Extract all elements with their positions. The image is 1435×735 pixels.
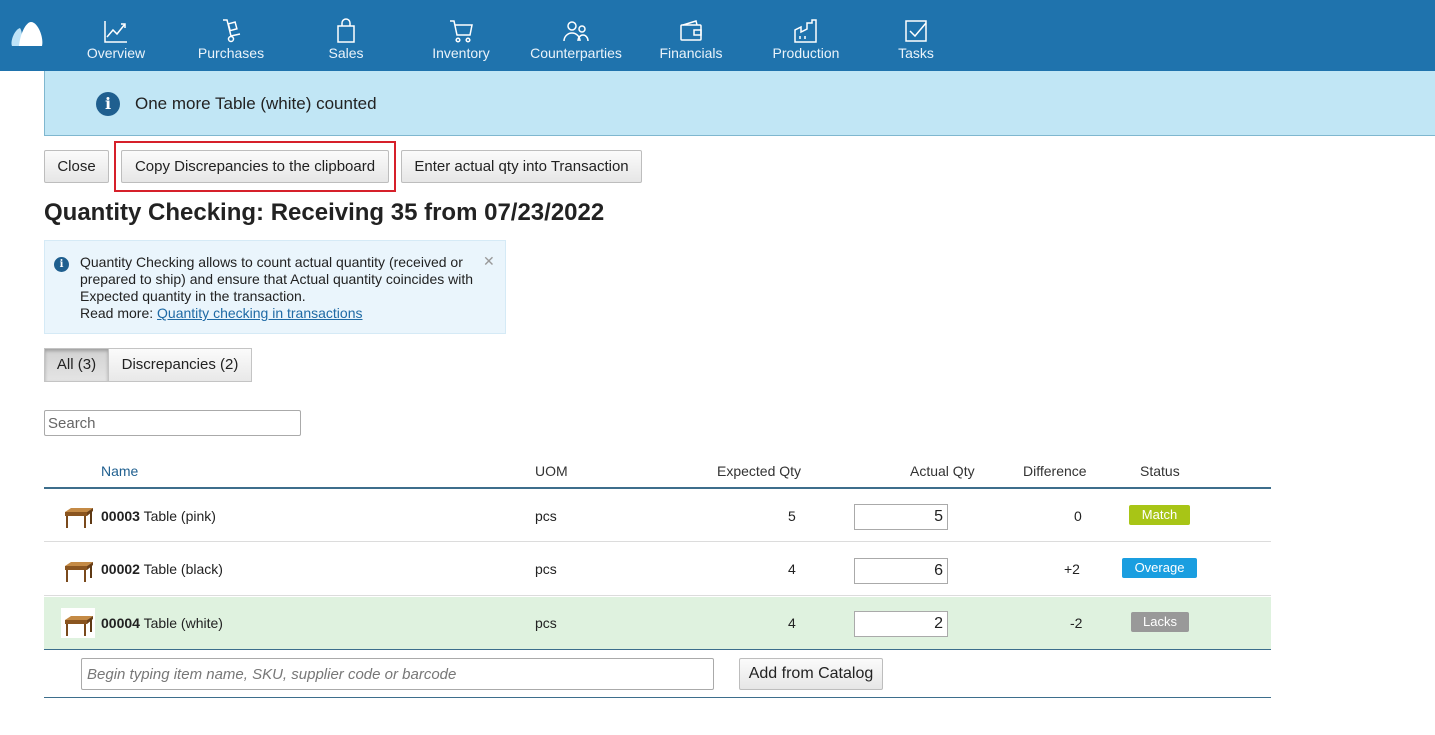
enter-actual-qty-button[interactable]: Enter actual qty into Transaction — [401, 150, 642, 183]
item-title: Table (black) — [143, 561, 223, 577]
item-name: 00004 Table (white) — [101, 615, 223, 631]
tab-discrepancies[interactable]: Discrepancies (2) — [108, 348, 252, 382]
close-button[interactable]: Close — [44, 150, 109, 183]
table-thumbnail-icon — [65, 562, 93, 582]
item-sku: 00002 — [101, 561, 140, 577]
nav-financials[interactable]: Financials — [636, 0, 746, 71]
factory-icon — [794, 19, 817, 43]
nav-purchases[interactable]: Purchases — [176, 0, 286, 71]
info-box: i Quantity Checking allows to count actu… — [44, 240, 506, 334]
nav-label: Counterparties — [530, 45, 622, 61]
chart-line-icon — [104, 21, 127, 43]
nav-overview[interactable]: Overview — [61, 0, 171, 71]
item-expected-qty: 4 — [788, 561, 796, 577]
nav-production[interactable]: Production — [751, 0, 861, 71]
info-icon: i — [54, 257, 69, 272]
item-uom: pcs — [535, 508, 557, 524]
nav-label: Tasks — [898, 45, 934, 61]
status-badge: Lacks — [1131, 612, 1189, 632]
nav-label: Production — [772, 45, 840, 61]
info-text: Quantity Checking allows to count actual… — [80, 254, 500, 322]
help-link[interactable]: Quantity checking in transactions — [157, 305, 362, 321]
nav-counterparties[interactable]: Counterparties — [521, 0, 631, 71]
table-row: 00003 Table (pink) pcs 5 0 Match — [44, 489, 1271, 542]
item-name: 00003 Table (pink) — [101, 508, 216, 524]
column-header-expected: Expected Qty — [717, 463, 802, 479]
page-title: Quantity Checking: Receiving 35 from 07/… — [44, 199, 605, 226]
read-more-label: Read more: — [80, 305, 154, 321]
wallet-icon — [680, 20, 702, 41]
table-bottom-divider — [44, 697, 1271, 698]
table-thumbnail-icon — [61, 608, 95, 638]
info-description: Quantity Checking allows to count actual… — [80, 254, 474, 304]
item-difference: -2 — [1070, 615, 1083, 631]
notification-bar: i One more Table (white) counted — [44, 71, 1435, 136]
item-expected-qty: 5 — [788, 508, 796, 524]
info-icon: i — [96, 92, 120, 116]
nav-label: Financials — [659, 45, 723, 61]
item-uom: pcs — [535, 615, 557, 631]
item-sku: 00003 — [101, 508, 140, 524]
nav-sales[interactable]: Sales — [291, 0, 401, 71]
tab-all[interactable]: All (3) — [44, 348, 109, 382]
add-from-catalog-button[interactable]: Add from Catalog — [739, 658, 883, 690]
nav-inventory[interactable]: Inventory — [406, 0, 516, 71]
actual-qty-input[interactable] — [854, 504, 948, 530]
column-header-actual: Actual Qty — [910, 463, 975, 479]
nav-label: Overview — [86, 45, 146, 61]
shopping-bag-icon — [337, 18, 355, 43]
checkbox-icon — [905, 20, 927, 42]
item-title: Table (white) — [143, 615, 223, 631]
people-icon — [563, 21, 589, 42]
item-uom: pcs — [535, 561, 557, 577]
table-row: 00004 Table (white) pcs 4 -2 Lacks — [44, 597, 1271, 649]
item-sku: 00004 — [101, 615, 140, 631]
search-input[interactable] — [44, 410, 301, 436]
item-difference: +2 — [1064, 561, 1080, 577]
cart-icon — [450, 20, 473, 43]
item-title: Table (pink) — [143, 508, 216, 524]
rows-divider — [44, 649, 1271, 650]
copy-discrepancies-button[interactable]: Copy Discrepancies to the clipboard — [121, 150, 389, 183]
column-header-difference: Difference — [1023, 463, 1087, 479]
top-nav: Overview Purchases Sales Inventory Count… — [0, 0, 1435, 71]
item-expected-qty: 4 — [788, 615, 796, 631]
actual-qty-input[interactable] — [854, 558, 948, 584]
item-name: 00002 Table (black) — [101, 561, 223, 577]
column-header-name[interactable]: Name — [101, 463, 138, 479]
actual-qty-input[interactable] — [854, 611, 948, 637]
nav-label: Inventory — [432, 45, 490, 61]
status-badge: Match — [1129, 505, 1190, 525]
notification-text: One more Table (white) counted — [135, 94, 377, 113]
column-header-uom: UOM — [535, 463, 568, 479]
item-difference: 0 — [1074, 508, 1082, 524]
table-row: 00002 Table (black) pcs 4 +2 Overage — [44, 543, 1271, 596]
nav-label: Purchases — [197, 45, 265, 61]
nav-tasks[interactable]: Tasks — [861, 0, 971, 71]
status-badge: Overage — [1122, 558, 1197, 578]
hand-truck-icon — [223, 19, 241, 43]
table-thumbnail-icon — [65, 508, 93, 528]
nav-label: Sales — [328, 45, 364, 61]
column-header-status: Status — [1140, 463, 1180, 479]
item-search-input[interactable] — [81, 658, 714, 690]
app-logo-icon[interactable] — [10, 20, 44, 48]
close-icon[interactable]: ✕ — [483, 253, 495, 270]
